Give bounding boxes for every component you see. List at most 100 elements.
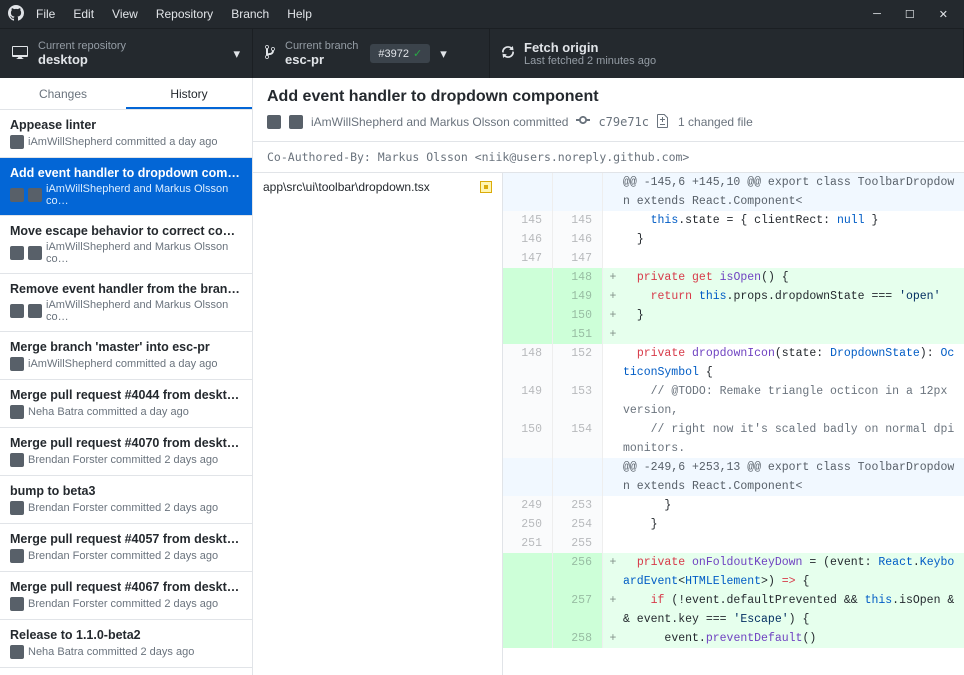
repo-label: Current repository	[38, 40, 126, 52]
maximize-button[interactable]: ☐	[905, 8, 915, 21]
tab-history[interactable]: History	[126, 78, 252, 109]
commit-title: Add event handler to dropdown component	[267, 88, 950, 106]
file-list: app\src\ui\toolbar\dropdown.tsx	[253, 173, 503, 675]
tab-changes[interactable]: Changes	[0, 78, 126, 109]
repository-dropdown[interactable]: Current repository desktop ▾	[0, 29, 253, 78]
titlebar: File Edit View Repository Branch Help ─ ☐ ✕	[0, 0, 964, 28]
commit-item[interactable]: Merge pull request #4044 from desktop/…N…	[0, 380, 252, 428]
diff-line: 150154 // right now it's scaled badly on…	[503, 420, 964, 458]
diff-line: 146146 }	[503, 230, 964, 249]
commit-item[interactable]: Merge pull request #4067 from desktop/… B…	[0, 572, 252, 620]
menu-item-branch[interactable]: Branch	[231, 7, 269, 21]
diff-line: 149+ return this.props.dropdownState ===…	[503, 287, 964, 306]
fetch-label: Fetch origin	[524, 40, 656, 55]
commit-header-meta: iAmWillShepherd and Markus Olsson commit…	[267, 112, 950, 131]
avatar	[10, 135, 24, 149]
avatar	[28, 188, 42, 202]
diff-line: 250254 }	[503, 515, 964, 534]
commit-item-title: Merge pull request #4067 from desktop/…	[10, 580, 242, 594]
commit-item-title: Merge pull request #4057 from desktop/…	[10, 532, 242, 546]
menu-bar: File Edit View Repository Branch Help	[36, 7, 312, 21]
commit-item[interactable]: Remove event handler from the branches… i…	[0, 274, 252, 332]
commit-list[interactable]: Appease linteriAmWillShepherd committed …	[0, 110, 252, 675]
avatar	[28, 304, 42, 318]
commit-item[interactable]: Move escape behavior to correct compo…iA…	[0, 216, 252, 274]
avatar	[10, 453, 24, 467]
commit-item-meta: Brendan Forster committed 2 days ago	[10, 549, 242, 563]
commit-item-meta: iAmWillShepherd and Markus Olsson co…	[10, 183, 242, 207]
commit-item-meta: iAmWillShepherd and Markus Olsson co…	[10, 299, 242, 323]
branch-label: Current branch	[285, 40, 358, 52]
commit-sha[interactable]: c79e71c	[598, 115, 649, 129]
file-item[interactable]: app\src\ui\toolbar\dropdown.tsx	[253, 173, 502, 201]
file-area: app\src\ui\toolbar\dropdown.tsx @@ -145,…	[253, 172, 964, 675]
commit-item-title: Release to 1.1.0-beta2	[10, 628, 242, 642]
avatar	[10, 188, 24, 202]
github-logo-icon	[8, 5, 24, 24]
commit-item[interactable]: Merge pull request #4057 from desktop/… B…	[0, 524, 252, 572]
menu-item-edit[interactable]: Edit	[73, 7, 94, 21]
commit-item-meta: iAmWillShepherd committed a day ago	[10, 357, 242, 371]
avatar	[10, 357, 24, 371]
toolbar: Current repository desktop ▾ Current bra…	[0, 28, 964, 78]
avatar	[10, 645, 24, 659]
fetch-button[interactable]: Fetch origin Last fetched 2 minutes ago	[490, 29, 964, 78]
diff-line: 251255	[503, 534, 964, 553]
commit-item-meta: iAmWillShepherd committed a day ago	[10, 135, 242, 149]
menu-item-file[interactable]: File	[36, 7, 55, 21]
menu-item-help[interactable]: Help	[287, 7, 312, 21]
avatar	[10, 597, 24, 611]
commit-description: Co-Authored-By: Markus Olsson <niik@user…	[253, 141, 964, 172]
avatar	[10, 501, 24, 515]
commit-item[interactable]: Merge pull request #4070 from desktop/… B…	[0, 428, 252, 476]
commit-item-title: Merge pull request #4044 from desktop/…	[10, 388, 242, 402]
diff-line: 148152 private dropdownIcon(state: Dropd…	[503, 344, 964, 382]
commit-item[interactable]: Merge branch 'master' into esc-pr iAmWill…	[0, 332, 252, 380]
sidebar: Changes History Appease linteriAmWillShe…	[0, 78, 253, 675]
diff-view[interactable]: @@ -145,6 +145,10 @@ export class Toolba…	[503, 173, 964, 675]
avatar	[10, 549, 24, 563]
menu-item-view[interactable]: View	[112, 7, 138, 21]
commit-icon	[576, 112, 590, 131]
commit-item-meta: Brendan Forster committed 2 days ago	[10, 453, 242, 467]
diff-line: 258+ event.preventDefault()	[503, 629, 964, 648]
commit-detail: Add event handler to dropdown component …	[253, 78, 964, 675]
repo-name: desktop	[38, 52, 126, 67]
diff-line: 147147	[503, 249, 964, 268]
commit-item[interactable]: Appease linteriAmWillShepherd committed …	[0, 110, 252, 158]
diff-line: 257+ if (!event.defaultPrevented && this…	[503, 591, 964, 629]
avatar	[10, 246, 24, 260]
menu-item-repository[interactable]: Repository	[156, 7, 213, 21]
branch-name: esc-pr	[285, 52, 358, 67]
commit-item-meta: Brendan Forster committed 2 days ago	[10, 597, 242, 611]
avatar	[10, 304, 24, 318]
commit-item[interactable]: Add event handler to dropdown compon…iAm…	[0, 158, 252, 216]
file-path: app\src\ui\toolbar\dropdown.tsx	[263, 180, 430, 194]
commit-item-title: Merge pull request #4070 from desktop/…	[10, 436, 242, 450]
avatar	[10, 405, 24, 419]
commit-item-title: Merge branch 'master' into esc-pr	[10, 340, 242, 354]
chevron-down-icon: ▾	[233, 46, 240, 62]
diff-line: 150+ }	[503, 306, 964, 325]
avatar	[267, 115, 281, 129]
branch-dropdown[interactable]: Current branch esc-pr #3972 ✓ ▾	[253, 29, 490, 78]
pr-badge: #3972 ✓	[370, 44, 430, 63]
commit-item[interactable]: bump to beta3Brendan Forster committed 2…	[0, 476, 252, 524]
commit-item[interactable]: Release to 1.1.0-beta2 Neha Batra committ…	[0, 620, 252, 668]
minimize-button[interactable]: ─	[873, 8, 881, 20]
diff-line: @@ -249,6 +253,13 @@ export class Toolba…	[503, 458, 964, 496]
diff-line: 249253 }	[503, 496, 964, 515]
content: Changes History Appease linteriAmWillShe…	[0, 78, 964, 675]
commit-item-meta: Brendan Forster committed 2 days ago	[10, 501, 242, 515]
files-changed-label: 1 changed file	[678, 115, 753, 129]
computer-icon	[12, 44, 28, 63]
diff-line: 148+ private get isOpen() {	[503, 268, 964, 287]
commit-item-title: Remove event handler from the branches…	[10, 282, 242, 296]
chevron-down-icon: ▾	[440, 46, 447, 62]
commit-item-meta: Neha Batra committed 2 days ago	[10, 645, 242, 659]
close-button[interactable]: ✕	[939, 8, 948, 21]
branch-icon	[265, 44, 275, 63]
fetch-status: Last fetched 2 minutes ago	[524, 55, 656, 67]
diff-line: 256+ private onFoldoutKeyDown = (event: …	[503, 553, 964, 591]
avatar	[28, 246, 42, 260]
